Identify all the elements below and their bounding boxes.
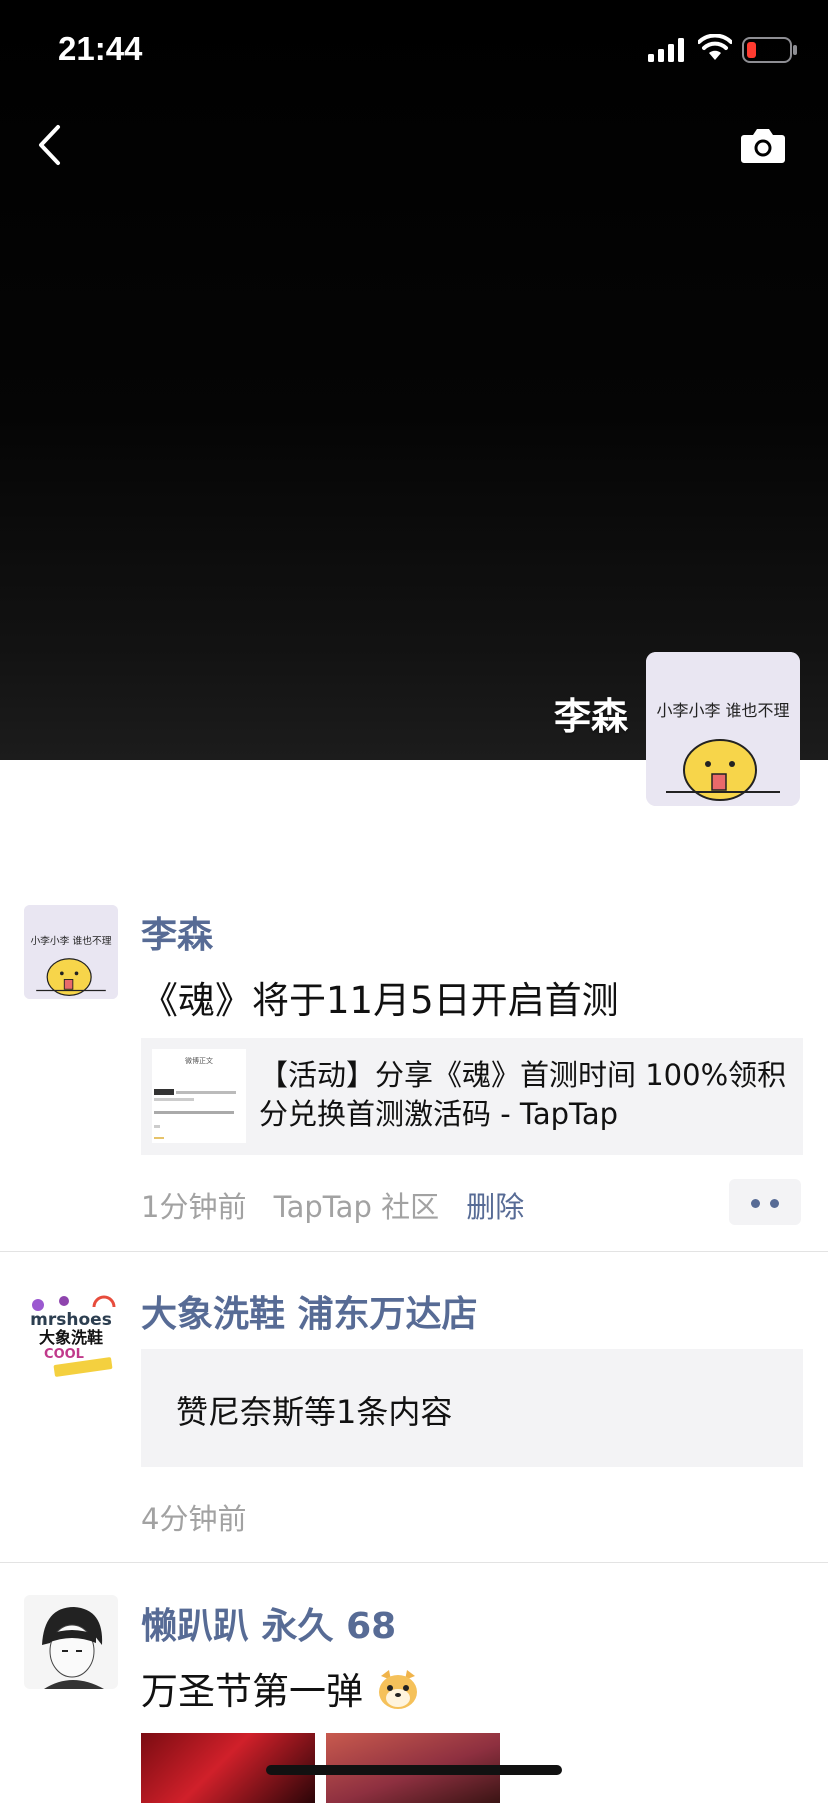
svg-text:mrshoes: mrshoes [30, 1310, 112, 1330]
post-meta: 1分钟前 TapTap 社区 删除 [141, 1184, 524, 1226]
avatar-caption: 小李小李 谁也不理 [656, 701, 789, 720]
delete-button[interactable]: 删除 [466, 1190, 524, 1224]
camera-icon[interactable] [740, 126, 786, 164]
cover-avatar[interactable]: 小李小李 谁也不理 [646, 652, 800, 806]
post-username[interactable]: 大象洗鞋 浦东万达店 [141, 1285, 478, 1337]
aggregate-text: 赞尼奈斯等1条内容 [176, 1393, 453, 1431]
post-time: 1分钟前 [141, 1190, 247, 1224]
signal-icon [648, 38, 684, 62]
avatar-caption: 小李小李 谁也不理 [30, 934, 111, 947]
post-text: 万圣节第一弹 [141, 1670, 363, 1713]
home-indicator[interactable] [266, 1765, 562, 1775]
post-username[interactable]: 懒趴趴 永久 68 [141, 1597, 396, 1649]
cover-image[interactable] [0, 0, 828, 760]
post-avatar[interactable]: mrshoes 大象洗鞋 COOL [24, 1285, 118, 1379]
battery-icon [742, 37, 797, 63]
post-username[interactable]: 李森 [141, 906, 213, 958]
post-avatar[interactable]: 小李小李 谁也不理 [24, 905, 118, 999]
post-meta: 4分钟前 [141, 1496, 246, 1538]
link-card[interactable]: 微博正文 【活动】分享《魂》首测时间 100%领积分兑换首测激活码 - TapT… [141, 1038, 803, 1155]
post-text: 《魂》将于11月5日开启首测 [141, 979, 619, 1022]
status-time: 21:44 [58, 30, 143, 67]
svg-text:COOL: COOL [44, 1347, 84, 1362]
post-source[interactable]: TapTap 社区 [274, 1190, 439, 1224]
svg-text:大象洗鞋: 大象洗鞋 [39, 1328, 103, 1347]
cover-username[interactable]: 李森 [554, 686, 628, 740]
post-avatar[interactable] [24, 1595, 118, 1689]
link-title: 【活动】分享《魂》首测时间 100%领积分兑换首测激活码 - TapTap [259, 1058, 787, 1131]
link-thumbnail: 微博正文 [152, 1049, 246, 1143]
aggregate-card[interactable]: 赞尼奈斯等1条内容 [141, 1349, 803, 1467]
divider [0, 1562, 828, 1563]
emoji-icon [378, 1670, 417, 1709]
more-icon[interactable] [729, 1179, 801, 1225]
status-bar: 21:44 [0, 0, 828, 100]
wifi-icon [698, 34, 732, 60]
post-text-row: 万圣节第一弹 [141, 1661, 421, 1715]
back-icon[interactable] [30, 120, 80, 170]
thumb-caption: 微博正文 [185, 1056, 213, 1065]
divider [0, 1251, 828, 1252]
post-time: 4分钟前 [141, 1502, 247, 1536]
